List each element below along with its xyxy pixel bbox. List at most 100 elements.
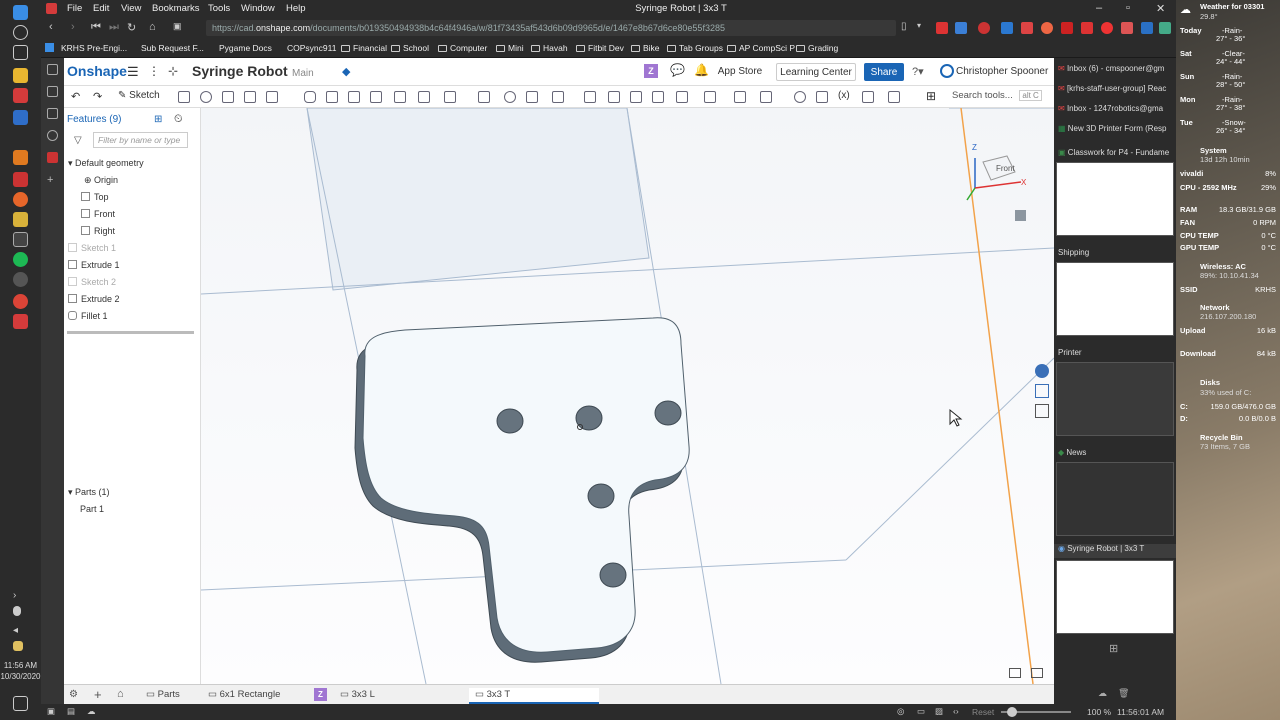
3d-viewport[interactable]: Front Z X (201, 108, 1054, 684)
chevron-up-icon[interactable]: › (13, 590, 28, 605)
settings-icon[interactable] (13, 272, 28, 287)
view-cube-menu-icon[interactable] (1015, 210, 1026, 221)
url-field[interactable]: https://cad.onshape.com/documents/b01935… (206, 20, 896, 36)
split-icon[interactable] (526, 91, 538, 103)
feature-front-plane[interactable]: Front (81, 209, 115, 219)
revolve-icon[interactable] (200, 91, 212, 103)
bookmark-folder[interactable]: Bike (631, 43, 660, 53)
view-cube-front-label[interactable]: Front (996, 164, 1015, 173)
feature-sketch-1[interactable]: Sketch 1 (68, 243, 116, 253)
back-icon[interactable]: ‹ (49, 21, 53, 33)
undo-icon[interactable]: ↶ (71, 90, 80, 103)
bookmark-folder[interactable]: Tab Groups (667, 43, 723, 53)
reload-icon[interactable]: ↻ (127, 21, 136, 34)
display-mode-icon[interactable] (1009, 668, 1021, 678)
section-view-icon[interactable] (1031, 668, 1043, 678)
system-clock[interactable]: 11:56 AM 10/30/2020 (0, 660, 41, 682)
custom-feature-icon[interactable] (862, 91, 874, 103)
rollback-icon[interactable]: ⏲ (174, 113, 183, 126)
bookmark-folder[interactable]: AP CompSci P (727, 43, 795, 53)
mail-panel-icon[interactable] (47, 152, 58, 163)
app-icon-blue[interactable] (13, 110, 28, 125)
menu-bookmarks[interactable]: Bookmarks (152, 3, 200, 14)
draft-icon[interactable] (348, 91, 360, 103)
sheet-metal-icon[interactable] (794, 91, 806, 103)
search-tools-input[interactable]: Search tools... alt C (952, 90, 1048, 105)
insert-icon[interactable]: ⊹ (168, 64, 178, 78)
loft-icon[interactable] (244, 91, 256, 103)
bookmark-folder[interactable]: Grading (796, 43, 838, 53)
menu-view[interactable]: View (121, 3, 141, 14)
shell-icon[interactable] (394, 91, 406, 103)
bookmark-folder[interactable]: School (391, 43, 429, 53)
app-store-button[interactable]: App Store (712, 63, 768, 81)
zoom-badge-icon[interactable]: Z (644, 64, 658, 78)
start-icon[interactable] (13, 5, 28, 20)
menu-tools[interactable]: Tools (208, 3, 230, 14)
share-button[interactable]: Share (864, 63, 904, 81)
add-panel-icon[interactable]: + (47, 175, 58, 187)
fillet-icon[interactable] (304, 91, 316, 103)
app-icon-yellow[interactable] (13, 212, 28, 227)
onshape-logo[interactable]: Onshape (67, 63, 127, 79)
feature-origin[interactable]: ⊕ Origin (84, 175, 118, 186)
panel-tab-item[interactable]: ◆ News (1058, 448, 1180, 457)
education-icon[interactable]: ◆ (342, 65, 350, 78)
variable-icon[interactable]: (x) (838, 90, 850, 101)
notifications-bell-icon[interactable]: 🔔 (694, 63, 709, 77)
feature-sketch-2[interactable]: Sketch 2 (68, 277, 116, 287)
app-icon-red[interactable] (13, 172, 28, 187)
add-custom-icon[interactable]: ⊞ (926, 90, 938, 103)
cloud-sync-icon[interactable]: ☁ (87, 706, 96, 717)
zoom-slider[interactable] (1001, 707, 1071, 717)
panel-tab-item[interactable]: ✉ Inbox - 1247robotics@gma (1058, 104, 1180, 113)
mass-properties-icon[interactable] (1035, 384, 1049, 398)
user-avatar-icon[interactable] (940, 64, 954, 78)
app-icon-terminal[interactable] (13, 232, 28, 247)
redo-icon[interactable]: ↷ (93, 90, 102, 103)
battery-icon[interactable] (13, 641, 23, 651)
recycle-title[interactable]: Recycle Bin (1200, 433, 1278, 442)
chrome-icon[interactable] (13, 294, 28, 309)
close-icon[interactable]: ✕ (1156, 2, 1165, 15)
default-geometry-group[interactable]: ▾ Default geometry (68, 158, 144, 169)
history-panel-icon[interactable] (47, 130, 58, 141)
extension-icon-8[interactable] (1081, 22, 1093, 34)
extension-icon-11[interactable] (1141, 22, 1153, 34)
plane-icon[interactable] (704, 91, 716, 103)
tab-thumbnail[interactable] (1056, 462, 1174, 536)
bookmark-page-icon[interactable]: ▯ (901, 21, 907, 32)
bookmark-folder[interactable]: Fitbit Dev (576, 43, 624, 53)
view-cube[interactable]: Front Z X (961, 128, 1041, 221)
modify-fillet-icon[interactable] (608, 91, 620, 103)
images-icon[interactable]: ▨ (935, 706, 943, 717)
feature-fillet-1[interactable]: Fillet 1 (68, 311, 108, 321)
move-face-icon[interactable] (630, 91, 642, 103)
feature-filter-input[interactable]: Filter by name or type (93, 132, 188, 148)
bookmark-folder[interactable]: Mini (496, 43, 524, 53)
extension-icon-1[interactable] (936, 22, 948, 34)
panel-tab-item[interactable]: ▦ New 3D Printer Form (Resp (1058, 124, 1180, 133)
chamfer-icon[interactable] (326, 91, 338, 103)
panel-tab-item[interactable]: Printer (1058, 348, 1180, 357)
app-icon-firefox[interactable] (13, 192, 28, 207)
bookmark-folder[interactable]: Computer (438, 43, 487, 53)
panel-tab-item-active[interactable]: ◉ Syringe Robot | 3x3 T (1054, 544, 1176, 558)
file-explorer-icon[interactable] (13, 68, 28, 83)
bookmarks-panel-icon[interactable] (47, 64, 58, 75)
forward-icon[interactable]: › (71, 21, 75, 33)
comments-icon[interactable]: 💬 (670, 63, 685, 77)
extension-icon-2[interactable] (955, 22, 967, 34)
tab-thumbnail[interactable] (1056, 362, 1174, 436)
extension-icon-9[interactable] (1101, 22, 1113, 34)
volume-icon[interactable]: ◂ (13, 625, 28, 640)
vivaldi-icon[interactable] (13, 88, 28, 103)
bookmark-folder[interactable]: Havah (531, 43, 568, 53)
capture-icon[interactable]: ◎ (897, 706, 904, 717)
mate-connector-icon[interactable] (734, 91, 746, 103)
site-info-icon[interactable]: ▣ (173, 21, 182, 32)
feature-list-icon[interactable]: ⋮ (148, 64, 160, 78)
home-icon[interactable]: ⌂ (149, 21, 156, 33)
delete-part-icon[interactable] (584, 91, 596, 103)
trash-icon[interactable]: 🗑 (1118, 688, 1129, 699)
